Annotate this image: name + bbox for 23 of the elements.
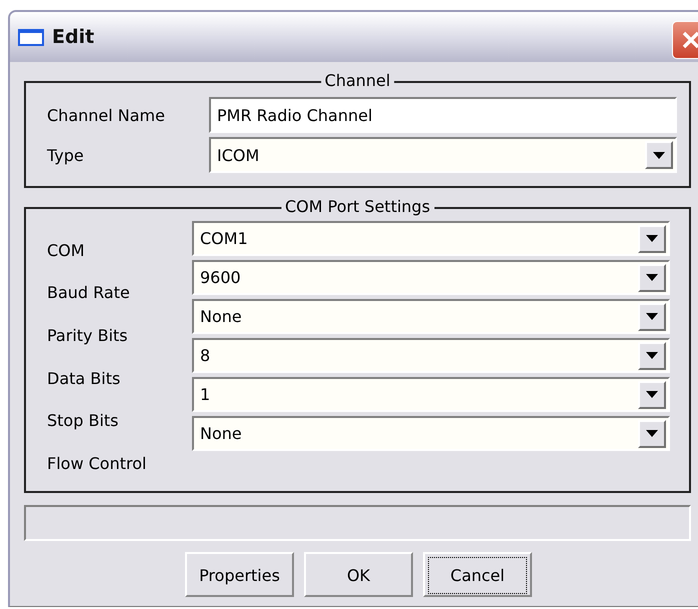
field-label: Flow Control bbox=[47, 452, 148, 475]
input-field[interactable]: PMR Radio Channel bbox=[209, 97, 677, 133]
field-label: Parity Bits bbox=[47, 324, 129, 347]
field-label: COM bbox=[47, 240, 86, 262]
dropdown[interactable]: None bbox=[192, 416, 670, 451]
dropdown[interactable]: 9600 bbox=[192, 260, 670, 295]
window-icon bbox=[18, 28, 44, 46]
dropdown[interactable]: None bbox=[192, 299, 670, 334]
dropdown[interactable]: COM1 bbox=[192, 221, 670, 256]
close-icon bbox=[680, 29, 698, 51]
field-label: Data Bits bbox=[47, 368, 122, 390]
field-label: Stop Bits bbox=[47, 410, 120, 432]
dropdown[interactable]: ICOM bbox=[209, 137, 677, 173]
dialog-button[interactable]: Properties bbox=[185, 552, 294, 597]
dropdown[interactable]: 1 bbox=[192, 377, 670, 412]
field-label: Baud Rate bbox=[47, 282, 131, 304]
dropdown[interactable]: 8 bbox=[192, 338, 670, 373]
dialog-button[interactable]: Cancel bbox=[423, 552, 532, 597]
dialog-button[interactable]: OK bbox=[304, 552, 413, 597]
window-title: Edit bbox=[52, 26, 94, 48]
group-title: COM Port Settings bbox=[280, 197, 434, 216]
field-label: Type bbox=[47, 146, 85, 164]
field-label: Channel Name bbox=[47, 106, 166, 124]
